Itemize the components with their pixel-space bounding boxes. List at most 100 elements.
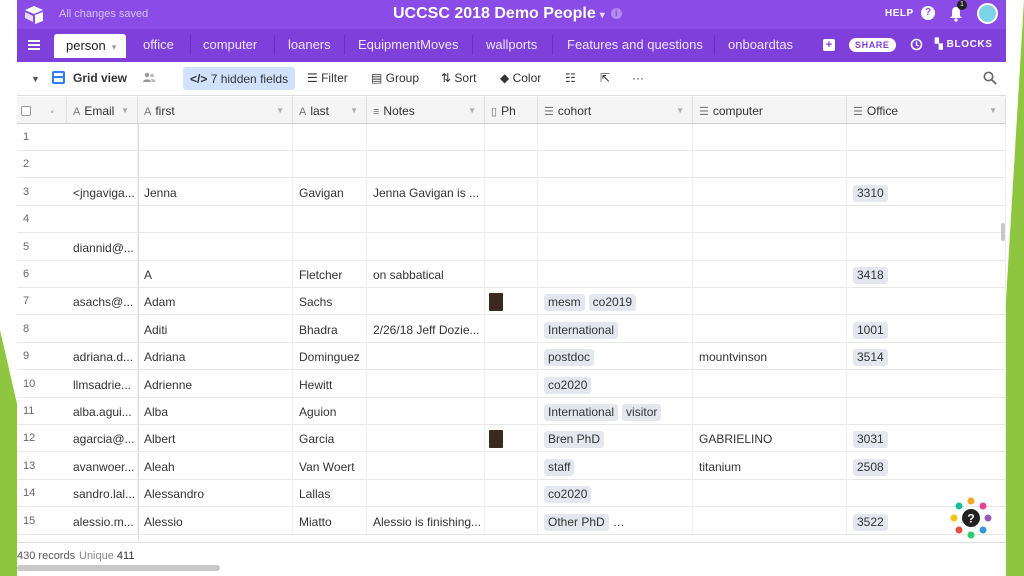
unique-summary[interactable]: Unique 411 [79, 550, 134, 562]
cell-first[interactable]: Albert [138, 425, 293, 453]
chevron-down-icon[interactable]: ▼ [676, 106, 684, 115]
help-widget-icon[interactable]: ? [948, 496, 994, 542]
cell-office[interactable] [847, 370, 1006, 398]
cell-photo[interactable] [485, 343, 538, 371]
column-label[interactable]: last [310, 104, 329, 118]
chevron-down-icon[interactable]: ▼ [350, 106, 358, 115]
cell-photo[interactable] [485, 425, 538, 453]
cell-cohort[interactable] [538, 151, 693, 179]
office-link[interactable]: 1001 [853, 321, 888, 339]
menu-icon[interactable] [28, 40, 40, 50]
cell-last[interactable] [293, 124, 367, 151]
chevron-down-icon[interactable]: ▼ [989, 106, 997, 115]
cell-notes[interactable]: on sabbatical [367, 261, 485, 288]
cell-computer[interactable] [693, 288, 847, 316]
group-button[interactable]: ▤ Group [371, 71, 419, 85]
view-menu-caret-icon[interactable]: ▼ [31, 74, 40, 84]
horizontal-scrollbar[interactable] [17, 565, 220, 571]
cell-last[interactable]: Garcia [293, 425, 367, 453]
cell-notes[interactable] [367, 370, 485, 398]
chevron-down-icon[interactable]: ▼ [276, 106, 284, 115]
table-row[interactable]: 3 <jngaviga... Jenna Gavigan Jenna Gavigan i… [17, 178, 1006, 206]
cell-cohort[interactable] [538, 233, 693, 261]
column-label[interactable]: computer [713, 104, 763, 118]
table-row[interactable]: 4 [17, 206, 1006, 234]
cell-cohort[interactable] [538, 261, 693, 288]
cell-cohort[interactable]: mesm co2019 [538, 288, 693, 316]
filter-label[interactable]: Filter [321, 71, 348, 85]
cell-notes[interactable] [367, 398, 485, 425]
table-row[interactable]: 13 avanwoer... Aleah Van Woert staff titanium… [17, 452, 1006, 480]
color-label[interactable]: Color [513, 71, 542, 85]
cell-first[interactable]: Aleah [138, 452, 293, 480]
cell-computer[interactable] [693, 480, 847, 508]
user-avatar[interactable] [977, 3, 998, 24]
add-table-icon[interactable]: + [823, 39, 835, 51]
column-header-last[interactable]: Alast ▼ [293, 97, 367, 124]
base-title-text[interactable]: UCCSC 2018 Demo People [393, 5, 596, 22]
column-header-computer[interactable]: ☰ computer [693, 97, 847, 124]
column-label[interactable]: Ph [501, 104, 516, 118]
cell-notes[interactable] [367, 288, 485, 316]
cell-photo[interactable] [485, 261, 538, 288]
cell-last[interactable]: Dominguez [293, 343, 367, 371]
cell-notes[interactable] [367, 425, 485, 453]
cell-last[interactable]: Sachs [293, 288, 367, 316]
cell-cohort[interactable]: International [538, 315, 693, 343]
cell-office[interactable] [847, 233, 1006, 261]
cell-photo[interactable] [485, 452, 538, 480]
column-label[interactable]: Email [84, 104, 114, 118]
office-link[interactable]: 3418 [853, 267, 888, 284]
cell-computer[interactable] [693, 233, 847, 261]
tab-features-and-questions[interactable]: Features and questions [567, 37, 703, 52]
chevron-down-icon[interactable]: ▾ [112, 42, 117, 52]
cell-last[interactable] [293, 233, 367, 261]
group-icon[interactable]: ▤ [371, 71, 386, 85]
cell-email[interactable]: adriana.d... [67, 343, 138, 371]
table-row[interactable]: 10 llmsadrie... Adrienne Hewitt co2020 [17, 370, 1006, 398]
cell-photo[interactable] [485, 370, 538, 398]
cell-last[interactable]: Aguion [293, 398, 367, 425]
table-row[interactable]: 12 agarcia@... Albert Garcia Bren PhD GABRIEL… [17, 425, 1006, 453]
cell-email[interactable]: asachs@... [67, 288, 138, 316]
office-link[interactable]: 3031 [853, 431, 888, 449]
paint-bucket-icon[interactable]: ◆ [500, 71, 513, 85]
photo-thumbnail[interactable] [489, 293, 503, 312]
help-icon[interactable]: ? [921, 6, 935, 20]
cell-computer[interactable] [693, 151, 847, 179]
cell-computer[interactable] [693, 178, 847, 206]
view-name[interactable]: Grid view [73, 71, 127, 85]
cell-cohort[interactable] [538, 206, 693, 234]
chevron-down-icon[interactable]: ▼ [468, 106, 476, 115]
hidden-fields-label[interactable]: 7 hidden fields [211, 72, 288, 86]
cell-first[interactable]: Adriana [138, 343, 293, 371]
cell-computer[interactable] [693, 261, 847, 288]
group-label[interactable]: Group [386, 71, 419, 85]
cell-notes[interactable] [367, 206, 485, 234]
cell-notes[interactable]: Jenna Gavigan is ... [367, 178, 485, 206]
table-row[interactable]: 2 [17, 151, 1006, 179]
sort-label[interactable]: Sort [454, 71, 476, 85]
cell-email[interactable]: diannid@... [67, 233, 138, 261]
blocks-icon[interactable]: ▚ [935, 39, 947, 50]
base-title[interactable]: UCCSC 2018 Demo People ▾ i [393, 5, 622, 23]
cell-photo[interactable] [485, 233, 538, 261]
cell-office[interactable]: 3418 [847, 261, 1006, 288]
office-link[interactable]: 3514 [853, 349, 888, 367]
color-button[interactable]: ◆ Color [500, 71, 541, 85]
unique-value[interactable]: 411 [117, 550, 135, 562]
cell-photo[interactable] [485, 315, 538, 343]
chevron-down-icon[interactable]: ▼ [121, 106, 129, 115]
cell-photo[interactable] [485, 288, 538, 316]
tab-wallports[interactable]: wallports [486, 37, 537, 52]
cell-email[interactable] [67, 261, 138, 288]
table-row[interactable]: 5 diannid@... [17, 233, 1006, 261]
vertical-scrollbar[interactable] [1001, 223, 1005, 241]
cell-notes[interactable] [367, 480, 485, 508]
column-label[interactable]: Office [867, 104, 898, 118]
cell-first[interactable]: Alessio [138, 507, 293, 535]
cell-notes[interactable] [367, 233, 485, 261]
cell-office[interactable] [847, 206, 1006, 234]
cell-first[interactable]: A [138, 261, 293, 288]
share-view-icon[interactable]: ⇱ [600, 71, 610, 85]
